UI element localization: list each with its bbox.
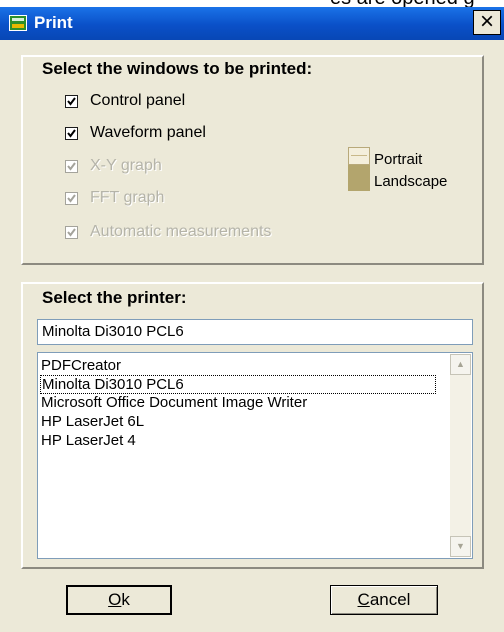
landscape-label[interactable]: Landscape xyxy=(374,173,447,190)
check-mark-icon xyxy=(67,161,76,171)
printer-group-heading: Select the printer: xyxy=(42,288,187,307)
automatic-measurements-checkbox: Automatic measurements xyxy=(65,221,271,243)
check-mark-icon xyxy=(67,96,76,106)
title-bar[interactable]: Print × xyxy=(0,7,504,40)
checkbox-box[interactable] xyxy=(65,126,78,140)
control-panel-checkbox[interactable]: Control panel xyxy=(65,90,185,112)
checkbox-box xyxy=(65,191,78,205)
selected-printer-field[interactable]: Minolta Di3010 PCL6 xyxy=(37,319,473,345)
checkbox-label: Automatic measurements xyxy=(90,223,272,240)
check-mark-icon xyxy=(67,128,76,138)
printer-list-item[interactable]: HP LaserJet 6L xyxy=(41,413,144,432)
close-button[interactable]: × xyxy=(473,10,501,35)
checkbox-box[interactable] xyxy=(65,94,78,108)
waveform-panel-checkbox[interactable]: Waveform panel xyxy=(65,122,206,144)
window-title: Print xyxy=(34,13,73,32)
landscape-segment[interactable] xyxy=(348,165,370,191)
ok-mnemonic: O xyxy=(108,590,122,609)
app-icon xyxy=(9,15,27,31)
xy-graph-checkbox: X-Y graph xyxy=(65,155,162,177)
printer-list-item[interactable]: PDFCreator xyxy=(41,357,121,376)
windows-group: Select the windows to be printed: Contro… xyxy=(21,55,484,265)
printer-group: Select the printer: Minolta Di3010 PCL6 … xyxy=(21,282,484,569)
checkbox-label: FFT graph xyxy=(90,189,165,206)
ok-button[interactable]: Ok xyxy=(66,585,172,615)
check-mark-icon xyxy=(67,193,76,203)
fft-graph-checkbox: FFT graph xyxy=(65,187,164,209)
checkbox-label: X-Y graph xyxy=(90,157,162,174)
checkbox-label: Waveform panel xyxy=(90,124,206,141)
cancel-button[interactable]: Cancel xyxy=(330,585,438,615)
printer-listbox[interactable]: PDFCreator Minolta Di3010 PCL6 Microsoft… xyxy=(37,352,473,559)
checkbox-box xyxy=(65,159,78,173)
windows-group-heading: Select the windows to be printed: xyxy=(42,59,313,78)
cancel-mnemonic: C xyxy=(357,590,370,609)
ok-label-rest: k xyxy=(121,590,130,609)
scroll-up-arrow-icon[interactable]: ▲ xyxy=(450,354,471,375)
printer-list-item[interactable]: Minolta Di3010 PCL6 xyxy=(40,375,436,394)
cancel-label-rest: ancel xyxy=(369,590,411,609)
portrait-label[interactable]: Portrait xyxy=(374,151,422,168)
background-window-strip: es are opened g xyxy=(0,0,504,9)
checkbox-box xyxy=(65,225,78,239)
page-orientation-icon[interactable] xyxy=(348,147,370,191)
check-mark-icon xyxy=(67,227,76,237)
checkbox-label: Control panel xyxy=(90,92,186,109)
vertical-scrollbar[interactable]: ▲ ▼ xyxy=(450,354,471,557)
printer-list-item[interactable]: Microsoft Office Document Image Writer xyxy=(41,394,307,413)
portrait-segment[interactable] xyxy=(348,147,370,165)
printer-list-item[interactable]: HP LaserJet 4 xyxy=(41,432,136,451)
scroll-down-arrow-icon[interactable]: ▼ xyxy=(450,536,471,557)
